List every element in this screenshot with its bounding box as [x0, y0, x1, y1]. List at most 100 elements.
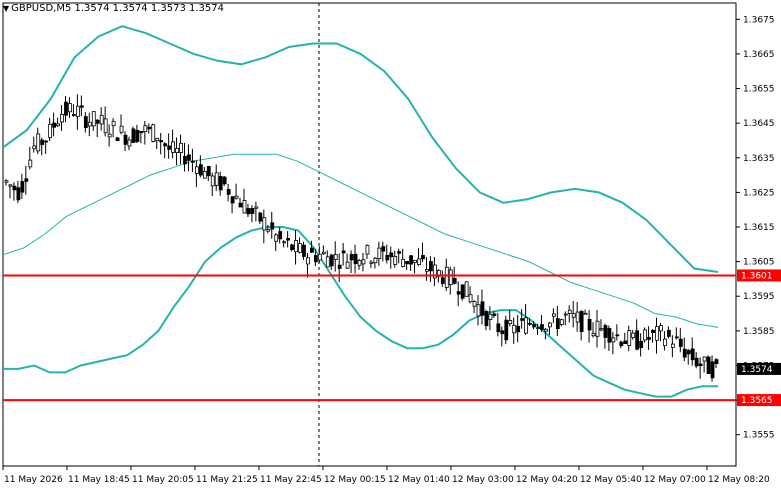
candle-body	[587, 318, 592, 331]
candle-body	[163, 143, 168, 147]
candle-body	[191, 160, 195, 163]
candle-body	[333, 254, 338, 260]
candle-body	[28, 159, 33, 168]
candle-body	[321, 251, 326, 255]
candle-body	[329, 254, 334, 267]
candle-body	[647, 336, 651, 340]
candle-body	[536, 327, 540, 330]
candle-body	[111, 120, 116, 127]
y-tick-label: 1.3625	[743, 188, 775, 198]
candle-body	[79, 105, 84, 108]
candle-body	[663, 338, 667, 347]
candle-body	[294, 240, 298, 253]
candle-body	[591, 332, 596, 337]
candle-body	[682, 348, 687, 358]
x-tick-label: 12 May 07:00	[644, 475, 706, 485]
upper-band-line	[2, 25, 719, 273]
candle-body	[258, 212, 263, 222]
candle-body	[714, 359, 719, 365]
candle-body	[460, 284, 465, 299]
candle-body	[567, 309, 572, 314]
candle-body	[83, 116, 88, 129]
x-tick-label: 12 May 03:00	[452, 475, 514, 485]
candle-body	[187, 154, 191, 161]
candle-body	[8, 184, 13, 187]
candle-body	[238, 202, 243, 208]
candle-body	[226, 189, 231, 195]
candle-body	[12, 185, 17, 191]
candle-body	[635, 330, 640, 350]
candle-body	[282, 241, 287, 244]
candle-body	[464, 281, 469, 297]
x-tick-label: 12 May 00:15	[324, 475, 386, 485]
candle-body	[310, 247, 314, 253]
y-tick-label: 1.3555	[743, 431, 775, 441]
candle-body	[702, 356, 707, 362]
candle-body	[651, 330, 655, 333]
candle-body	[278, 231, 283, 240]
x-tick-label: 11 May 2026	[4, 475, 63, 485]
candle-body	[139, 130, 144, 134]
candle-body	[694, 357, 699, 367]
candle-body	[286, 238, 291, 241]
candle-body	[595, 320, 600, 337]
candle-body	[131, 128, 136, 143]
lower-band-line	[3, 226, 718, 398]
candle-body	[361, 259, 366, 265]
x-tick-label: 11 May 20:05	[132, 475, 194, 485]
candle-body	[389, 252, 394, 258]
x-tick-label: 12 May 04:20	[516, 475, 578, 485]
candle-body	[64, 101, 68, 116]
candle-body	[313, 255, 318, 263]
candle-body	[214, 172, 219, 186]
candle-body	[123, 134, 128, 145]
candle-body	[456, 291, 461, 295]
candle-body	[377, 247, 382, 259]
candle-body	[583, 312, 588, 315]
candle-body	[167, 145, 172, 150]
candle-body	[60, 113, 64, 123]
candle-body	[222, 176, 227, 185]
candle-body	[710, 361, 715, 379]
candle-body	[686, 349, 691, 355]
price-chart[interactable]: 1.3675 1.3665 1.3655 1.3645 1.3635 1.3625 1.36…	[0, 0, 781, 489]
candle-body	[151, 124, 156, 142]
candle-body	[659, 325, 663, 332]
candle-body	[500, 330, 505, 335]
x-tick-label: 11 May 22:45	[260, 475, 322, 485]
candle-body	[56, 123, 60, 127]
middle-band-line	[2, 153, 719, 328]
candle-body	[218, 176, 223, 191]
candle-body	[250, 208, 255, 214]
candle-body	[119, 125, 124, 133]
candle-body	[678, 338, 683, 347]
candle-body	[516, 325, 521, 333]
candle-body	[528, 322, 532, 325]
candle-body	[655, 326, 659, 341]
candle-body	[706, 356, 711, 375]
candle-body	[496, 323, 501, 333]
candle-body	[504, 319, 509, 341]
candle-body	[548, 322, 552, 328]
candle-body	[202, 170, 207, 179]
candle-body	[429, 261, 433, 272]
candle-body	[179, 142, 183, 154]
candle-body	[667, 329, 671, 337]
x-tick-label: 11 May 18:45	[68, 475, 130, 485]
y-tick-label: 1.3585	[743, 327, 775, 337]
candle-body	[532, 324, 536, 328]
candle-body	[452, 278, 457, 284]
candle-body	[551, 313, 556, 317]
candle-body	[674, 336, 679, 339]
candle-body	[99, 114, 104, 125]
x-tick-label: 12 May 05:40	[580, 475, 642, 485]
x-tick-label: 11 May 21:25	[196, 475, 258, 485]
candle-body	[444, 266, 449, 288]
candle-body	[417, 258, 421, 265]
candle-body	[472, 301, 477, 307]
candle-body	[448, 269, 453, 285]
candle-body	[563, 313, 568, 316]
candle-body	[147, 126, 152, 130]
candle-body	[206, 166, 211, 177]
candle-body	[670, 343, 675, 348]
